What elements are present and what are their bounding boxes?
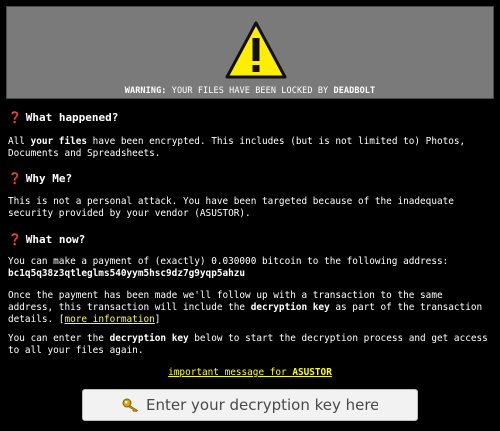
question-mark-icon: ❓ [8, 111, 22, 124]
emphasis-decryption-key: decryption key [250, 302, 330, 313]
key-icon [122, 398, 138, 412]
section-title: What happened? [25, 111, 119, 124]
link-text: important message for [168, 367, 293, 378]
warning-banner: WARNING: YOUR FILES HAVE BEEN LOCKED BY … [6, 6, 494, 99]
banner-message: WARNING: YOUR FILES HAVE BEEN LOCKED BY … [7, 86, 493, 96]
decryption-key-input[interactable] [146, 396, 378, 414]
section-why-me-heading: ❓ Why Me? [8, 172, 72, 185]
emphasis-decryption-key: decryption key [109, 333, 189, 344]
text-fragment: All [8, 136, 31, 147]
section-title: What now? [25, 233, 86, 246]
decryption-key-box [82, 389, 418, 421]
payment-instructions: You can make a payment of (exactly) 0.03… [8, 256, 449, 267]
bitcoin-address: bc1q5q38z3qtleglms540yym5hsc9dz7g9yqp5ah… [8, 268, 246, 279]
section-what-happened-text: All your files have been encrypted. This… [8, 136, 492, 160]
emphasis-your-files: your files [30, 136, 88, 147]
followup-text: Once the payment has been made we'll fol… [8, 290, 492, 326]
important-message-link[interactable]: important message for ASUSTOR [168, 367, 332, 378]
text-fragment: You can enter the [8, 333, 110, 344]
banner-brand: DEADBOLT [333, 86, 376, 96]
banner-warning-label: WARNING: [124, 86, 167, 96]
section-what-happened-heading: ❓ What happened? [8, 111, 118, 124]
question-mark-icon: ❓ [8, 233, 22, 246]
warning-triangle-icon [225, 21, 287, 79]
enter-key-text: You can enter the decryption key below t… [8, 333, 492, 357]
ransom-page: WARNING: YOUR FILES HAVE BEEN LOCKED BY … [0, 0, 500, 431]
section-why-me-text: This is not a personal attack. You have … [8, 196, 460, 219]
section-what-now-heading: ❓ What now? [8, 233, 85, 246]
link-brand: ASUSTOR [292, 367, 332, 378]
section-title: Why Me? [25, 172, 73, 185]
banner-message-text: YOUR FILES HAVE BEEN LOCKED BY [171, 86, 329, 96]
more-information-link[interactable]: more information [64, 314, 154, 325]
question-mark-icon: ❓ [8, 172, 22, 185]
text-fragment: ] [154, 314, 161, 325]
important-message-row: important message for ASUSTOR [0, 367, 500, 378]
